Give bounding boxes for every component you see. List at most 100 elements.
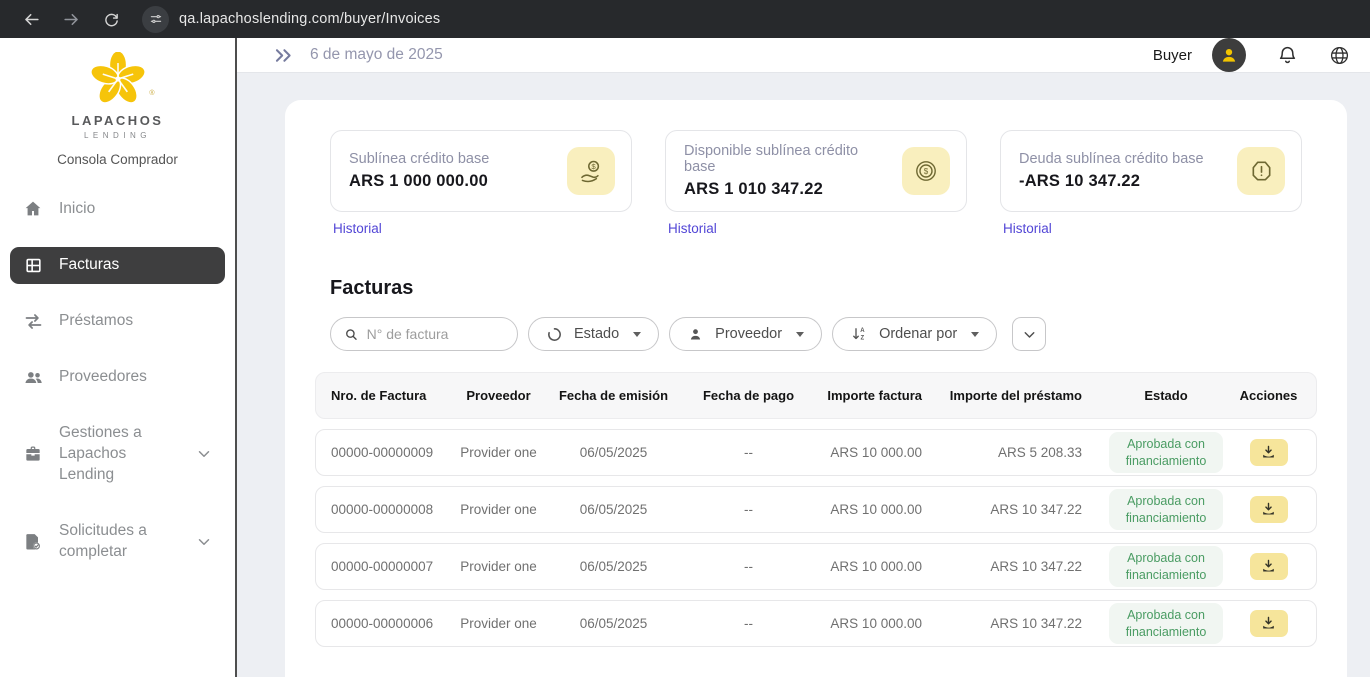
browser-forward-button[interactable] <box>54 4 88 34</box>
brand-subtitle: LENDING <box>84 131 151 140</box>
forward-arrow-icon <box>62 10 81 29</box>
search-icon <box>344 326 359 343</box>
browser-reload-button[interactable] <box>94 4 128 34</box>
download-icon <box>1260 501 1277 518</box>
svg-text:A: A <box>860 328 865 334</box>
expand-filters-button[interactable] <box>1012 317 1046 351</box>
loan-amount: ARS 10 347.22 <box>936 616 1096 631</box>
briefcase-icon <box>22 444 44 464</box>
sidebar-item-prestamos[interactable]: Préstamos <box>10 303 225 340</box>
download-button[interactable] <box>1250 496 1288 523</box>
column-header: Fecha de emisión <box>546 388 681 403</box>
card-label: Disponible sublínea crédito base <box>684 143 892 175</box>
coin-icon: $ <box>902 147 950 195</box>
card-label: Sublínea crédito base <box>349 151 489 167</box>
card-value: ARS 1 000 000.00 <box>349 172 489 191</box>
search-input[interactable] <box>367 326 504 342</box>
browser-toolbar: qa.lapachoslending.com/buyer/Invoices <box>0 0 1370 38</box>
caret-down-icon <box>971 332 979 337</box>
chevron-down-icon[interactable] <box>195 445 213 463</box>
payment-date: -- <box>681 502 816 517</box>
provider: Provider one <box>451 502 546 517</box>
provider: Provider one <box>451 559 546 574</box>
status-badge: Aprobada con financiamiento <box>1109 546 1223 587</box>
proveedor-filter[interactable]: Proveedor <box>669 317 822 351</box>
sidebar-item-proveedores[interactable]: Proveedores <box>10 359 225 396</box>
chevron-down-icon[interactable] <box>195 533 213 551</box>
status-badge: Aprobada con financiamiento <box>1109 432 1223 473</box>
loan-amount: ARS 10 347.22 <box>936 502 1096 517</box>
site-info-button[interactable] <box>142 6 169 33</box>
sidebar-item-inicio[interactable]: Inicio <box>10 191 225 228</box>
filter-label: Estado <box>574 326 619 342</box>
flower-logo-icon <box>89 52 147 106</box>
sidebar-nav: Inicio Facturas Préstamos Proveedores <box>0 191 235 570</box>
invoice-number: 00000-00000008 <box>331 502 451 517</box>
top-header: 6 de mayo de 2025 Buyer <box>237 38 1370 73</box>
credit-subline-card: Sublínea crédito base ARS 1 000 000.00 $ <box>330 130 632 212</box>
reload-icon <box>103 11 120 28</box>
historial-link[interactable]: Historial <box>333 221 382 236</box>
provider: Provider one <box>451 445 546 460</box>
sidebar-item-gestiones[interactable]: Gestiones a Lapachos Lending <box>10 415 225 494</box>
issue-date: 06/05/2025 <box>546 616 681 631</box>
invoice-amount: ARS 10 000.00 <box>816 502 936 517</box>
table-row[interactable]: 00000-00000008 Provider one 06/05/2025 -… <box>315 486 1317 533</box>
estado-filter[interactable]: Estado <box>528 317 659 351</box>
invoices-panel: Sublínea crédito base ARS 1 000 000.00 $… <box>285 100 1347 677</box>
card-value: ARS 1 010 347.22 <box>684 180 892 199</box>
table-row[interactable]: 00000-00000007 Provider one 06/05/2025 -… <box>315 543 1317 590</box>
download-button[interactable] <box>1250 553 1288 580</box>
table-header: Nro. de Factura Proveedor Fecha de emisi… <box>315 372 1317 419</box>
svg-text:Z: Z <box>861 336 865 342</box>
download-button[interactable] <box>1250 610 1288 637</box>
main-area: 6 de mayo de 2025 Buyer <box>237 38 1370 677</box>
alert-octagon-icon <box>1237 147 1285 195</box>
historial-link[interactable]: Historial <box>668 221 717 236</box>
invoice-number: 00000-00000009 <box>331 445 451 460</box>
globe-icon <box>1329 45 1350 66</box>
sidebar-expand-button[interactable] <box>273 45 294 66</box>
double-chevron-right-icon <box>273 45 294 66</box>
hand-coin-icon: $ <box>567 147 615 195</box>
sidebar-item-facturas[interactable]: Facturas <box>10 247 225 284</box>
invoice-amount: ARS 10 000.00 <box>816 559 936 574</box>
column-header: Importe del préstamo <box>936 388 1096 403</box>
chevron-down-icon <box>1021 326 1038 343</box>
console-label: Consola Comprador <box>57 152 178 167</box>
invoice-amount: ARS 10 000.00 <box>816 616 936 631</box>
column-header: Importe factura <box>816 388 936 403</box>
sort-az-icon: AZ <box>850 325 868 343</box>
download-icon <box>1260 444 1277 461</box>
registered-mark: ® <box>149 90 154 97</box>
download-button[interactable] <box>1250 439 1288 466</box>
user-avatar[interactable] <box>1212 38 1246 72</box>
svg-text:$: $ <box>591 162 596 171</box>
historial-link[interactable]: Historial <box>1003 221 1052 236</box>
issue-date: 06/05/2025 <box>546 502 681 517</box>
column-header: Fecha de pago <box>681 388 816 403</box>
address-bar[interactable]: qa.lapachoslending.com/buyer/Invoices <box>179 11 440 27</box>
summary-cards: Sublínea crédito base ARS 1 000 000.00 $… <box>330 130 1302 238</box>
browser-back-button[interactable] <box>14 4 48 34</box>
sidebar-item-solicitudes[interactable]: Solicitudes a completar <box>10 513 225 571</box>
issue-date: 06/05/2025 <box>546 445 681 460</box>
people-icon <box>22 367 44 388</box>
user-role-label: Buyer <box>1153 47 1192 64</box>
invoice-number: 00000-00000007 <box>331 559 451 574</box>
status-badge: Aprobada con financiamiento <box>1109 489 1223 530</box>
table-row[interactable]: 00000-00000006 Provider one 06/05/2025 -… <box>315 600 1317 647</box>
payment-date: -- <box>681 559 816 574</box>
notifications-button[interactable] <box>1277 45 1298 66</box>
status-badge: Aprobada con financiamiento <box>1109 603 1223 644</box>
ordenar-filter[interactable]: AZ Ordenar por <box>832 317 997 351</box>
column-header: Estado <box>1096 388 1236 403</box>
invoice-amount: ARS 10 000.00 <box>816 445 936 460</box>
sidebar-item-label: Préstamos <box>59 311 133 332</box>
sidebar-item-label: Solicitudes a completar <box>59 521 180 563</box>
brand-logo: ® <box>89 52 147 111</box>
sidebar: ® LAPACHOS LENDING Consola Comprador Ini… <box>0 38 237 677</box>
table-row[interactable]: 00000-00000009 Provider one 06/05/2025 -… <box>315 429 1317 476</box>
language-button[interactable] <box>1329 45 1350 66</box>
card-value: -ARS 10 347.22 <box>1019 172 1204 191</box>
